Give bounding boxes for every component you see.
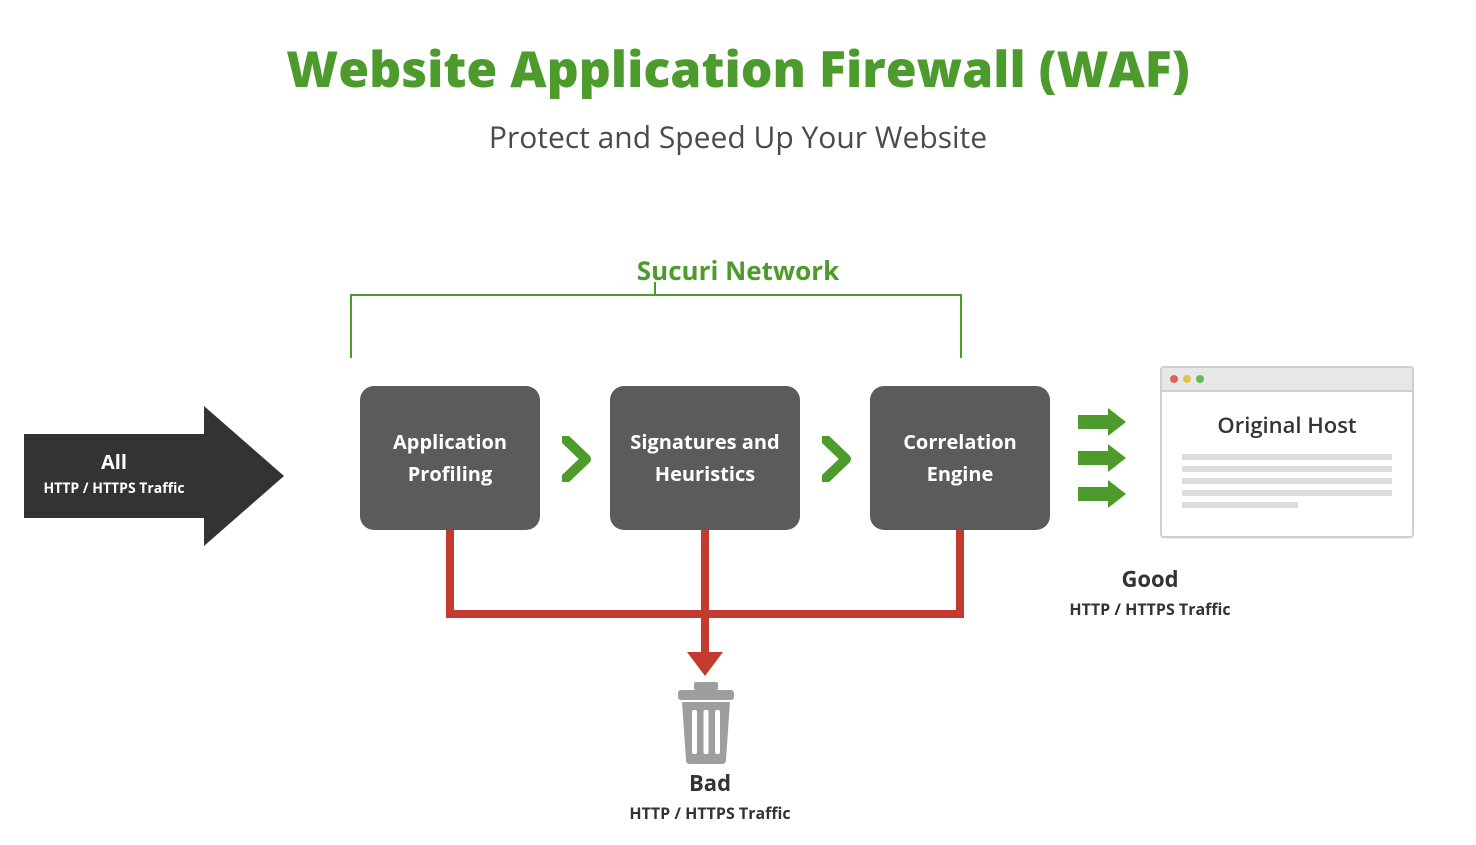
- window-close-dot-icon: [1170, 375, 1178, 383]
- red-connector: [956, 530, 964, 616]
- stage-application-profiling: Application Profiling: [360, 386, 540, 530]
- all-traffic-arrow-head: [204, 406, 284, 546]
- good-traffic-label: Good HTTP / HTTPS Traffic: [1040, 564, 1260, 620]
- all-traffic-label-1: All: [24, 448, 204, 475]
- arrow-down-icon: [687, 652, 723, 676]
- bad-traffic-label: Bad HTTP / HTTPS Traffic: [560, 768, 860, 824]
- good-traffic-arrows: [1078, 400, 1130, 516]
- diagram-canvas: Sucuri Network All HTTP / HTTPS Traffic …: [0, 34, 1476, 845]
- text-line-icon: [1182, 478, 1392, 484]
- arrow-right-icon: [1078, 480, 1130, 508]
- all-traffic-arrow: All HTTP / HTTPS Traffic: [24, 406, 284, 546]
- good-traffic-label-2: HTTP / HTTPS Traffic: [1040, 598, 1260, 620]
- network-label: Sucuri Network: [637, 252, 839, 288]
- bad-traffic-label-1: Bad: [560, 768, 860, 798]
- text-line-icon: [1182, 502, 1298, 508]
- stage-signatures-heuristics: Signatures and Heuristics: [610, 386, 800, 530]
- bracket-stem: [654, 282, 656, 294]
- browser-content: Original Host: [1162, 392, 1412, 536]
- text-line-icon: [1182, 490, 1392, 496]
- bad-traffic-label-2: HTTP / HTTPS Traffic: [560, 802, 860, 824]
- all-traffic-arrow-body: All HTTP / HTTPS Traffic: [24, 434, 204, 518]
- trash-icon: [670, 682, 742, 769]
- stage-correlation-engine: Correlation Engine: [870, 386, 1050, 530]
- text-line-icon: [1182, 454, 1392, 460]
- good-traffic-label-1: Good: [1040, 564, 1260, 594]
- red-connector: [446, 530, 454, 616]
- arrow-right-icon: [1078, 444, 1130, 472]
- browser-titlebar: [1162, 368, 1412, 392]
- chevron-icon: [822, 436, 852, 482]
- all-traffic-label-2: HTTP / HTTPS Traffic: [24, 479, 204, 498]
- network-bracket: [350, 294, 962, 358]
- chevron-icon: [562, 436, 592, 482]
- red-connector: [701, 530, 709, 656]
- original-host-browser: Original Host: [1160, 366, 1414, 538]
- window-min-dot-icon: [1183, 375, 1191, 383]
- text-line-icon: [1182, 466, 1392, 472]
- window-max-dot-icon: [1196, 375, 1204, 383]
- original-host-title: Original Host: [1182, 410, 1392, 440]
- arrow-right-icon: [1078, 408, 1130, 436]
